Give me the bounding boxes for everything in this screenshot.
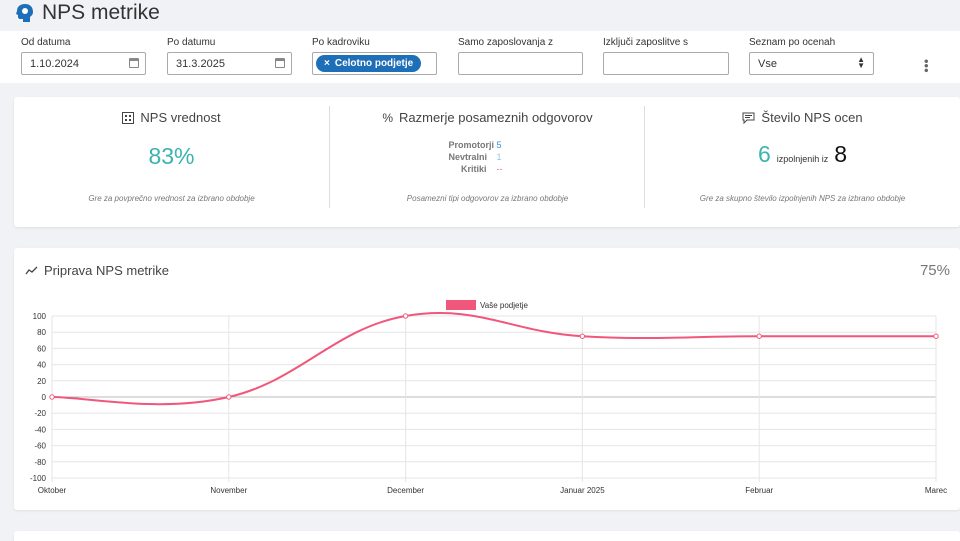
promotorji-label: Promotorji [448, 140, 495, 150]
page-title: NPS metrike [42, 0, 160, 24]
filter-bar: Od datuma 1.10.2024 Po datumu 31.3.2025 … [0, 31, 960, 83]
nevtralni-label: Nevtralni [448, 152, 488, 162]
nps-value-panel: NPS vrednost 83% Gre za povprečno vredno… [14, 97, 329, 227]
chart-card: Priprava NPS metrike 75% 100 80 60 40 20 0 -20… [14, 248, 960, 510]
ratio-desc: Posamezni tipi odgovorov za izbrano obdo… [406, 194, 569, 203]
legend-label: Vaše podjetje [480, 301, 528, 310]
y-tick-label: 60 [37, 344, 46, 353]
tag-label: Celotno podjetje [334, 58, 414, 69]
po-datumu-input[interactable]: 31.3.2025 [167, 52, 292, 75]
data-point [579, 333, 586, 339]
data-point [933, 333, 939, 339]
nevtralni-value: 1 [496, 152, 502, 162]
select-arrows-icon: ▲ ▼ [857, 55, 865, 70]
od-datuma-value: 1.10.2024 [30, 57, 79, 70]
kritiki-label: Kritiki [460, 164, 487, 174]
comment-icon [742, 112, 755, 124]
next-card [14, 531, 960, 541]
series-line [51, 312, 936, 406]
page-header: NPS metrike [0, 0, 960, 25]
stats-card: NPS vrednost 83% Gre za povprečno vredno… [14, 97, 960, 227]
po-datumu-value: 31.3.2025 [176, 57, 225, 70]
y-tick-label: -20 [34, 409, 46, 418]
y-tick-label: -40 [34, 425, 46, 434]
seznam-select[interactable]: Vse ▲ ▼ [749, 52, 874, 75]
ratio-panel: % Razmerje posameznih odgovorov Promotor… [330, 97, 645, 227]
promotorji-value: 5 [496, 140, 502, 150]
count-title: Število NPS ocen [761, 110, 863, 125]
count-of-label: izpolnjenih iz [776, 154, 829, 164]
nps-value-title: NPS vrednost [140, 110, 221, 125]
izkljuci-label: Izključi zaposlitve s [603, 37, 689, 48]
nps-value-desc: Gre za povprečno vrednost za izbrano obd… [88, 194, 255, 203]
count-heading: Število NPS ocen [645, 110, 960, 125]
po-kadroviku-label: Po kadroviku [312, 37, 370, 48]
x-tick-label: Januar 2025 [560, 486, 605, 495]
legend-swatch [446, 300, 476, 310]
data-point [402, 313, 409, 319]
filter-po-datumu: Po datumu 31.3.2025 [167, 37, 292, 75]
data-point [226, 394, 232, 400]
count-total: 8 [834, 141, 848, 167]
y-tick-label: 20 [37, 377, 46, 386]
x-tick-label: Oktober [38, 486, 67, 495]
selected-tag: × Celotno podjetje [316, 55, 422, 72]
samo-zaposlovanja-label: Samo zaposlovanja z [458, 37, 554, 48]
y-tick-label: 80 [37, 328, 46, 337]
calculator-icon [122, 111, 135, 124]
count-desc: Gre za skupno število izpolnjenih NPS za… [699, 194, 906, 203]
more-options-icon[interactable]: ••• [919, 59, 934, 73]
seznam-value: Vse [758, 57, 777, 70]
count-panel: Število NPS ocen 6 izpolnjenih iz 8 Gre … [645, 97, 960, 227]
y-tick-label: -100 [30, 474, 47, 483]
data-point [49, 394, 55, 400]
y-tick-label: -60 [34, 442, 46, 451]
kritiki-value: -- [496, 164, 503, 174]
nps-value-heading: NPS vrednost [14, 110, 329, 125]
nps-value: 83% [148, 143, 195, 169]
x-tick-label: Februar [745, 486, 773, 495]
od-datuma-input[interactable]: 1.10.2024 [21, 52, 146, 75]
y-tick-label: 40 [37, 361, 46, 370]
samo-zaposlovanja-input[interactable] [458, 52, 583, 75]
ratio-title: Razmerje posameznih odgovorov [399, 110, 593, 125]
nps-line-chart: 100 80 60 40 20 0 -20 -40 -60 -80 -100 Oktober Novem… [30, 300, 947, 495]
ratio-list: Promotorji 5 Nevtralni 1 Kritiki -- [330, 140, 645, 174]
po-datumu-label: Po datumu [167, 37, 216, 48]
po-kadroviku-input[interactable]: × Celotno podjetje [312, 52, 437, 75]
ratio-heading: % Razmerje posameznih odgovorov [330, 110, 645, 125]
filter-od-datuma: Od datuma 1.10.2024 [21, 37, 146, 75]
x-tick-label: November [210, 486, 247, 495]
head-logo-icon [16, 3, 33, 22]
filter-seznam: Seznam po ocenah Vse ▲ ▼ [749, 37, 874, 75]
count-value: 6 izpolnjenih iz 8 [645, 141, 960, 168]
y-tick-label: 100 [33, 312, 47, 321]
x-tick-label: December [387, 486, 424, 495]
count-filled: 6 [757, 141, 771, 167]
percent-icon: % [382, 110, 393, 125]
filter-samo-zaposlovanja: Samo zaposlovanja z [458, 37, 583, 75]
tag-remove-icon[interactable]: × [324, 58, 330, 69]
y-tick-label: -80 [34, 458, 46, 467]
calendar-icon[interactable] [275, 58, 285, 68]
filter-po-kadroviku: Po kadroviku × Celotno podjetje [312, 37, 437, 75]
data-point [756, 333, 762, 339]
x-tick-label: Marec [925, 486, 947, 495]
y-tick-label: 0 [42, 393, 47, 402]
od-datuma-label: Od datuma [21, 37, 71, 48]
izkljuci-input[interactable] [603, 52, 729, 75]
calendar-icon[interactable] [129, 58, 139, 68]
filter-izkljuci: Izključi zaposlitve s [603, 37, 729, 75]
seznam-label: Seznam po ocenah [749, 37, 836, 48]
